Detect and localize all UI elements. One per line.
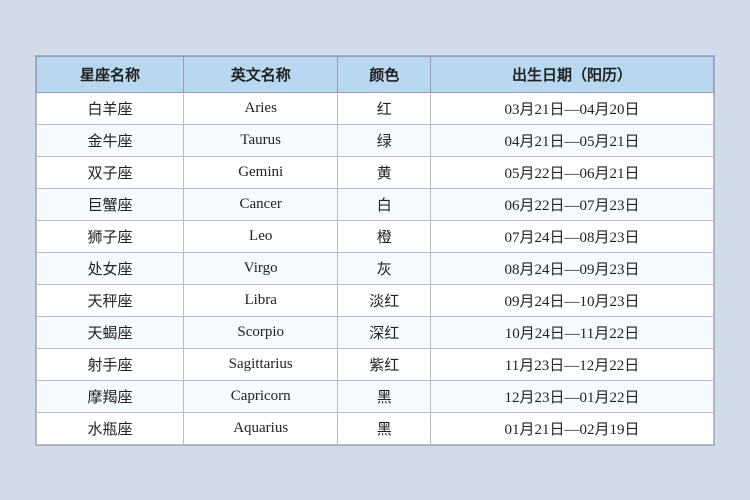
cell-4-2: 橙 xyxy=(338,220,431,252)
cell-6-1: Libra xyxy=(183,284,337,316)
table-row: 双子座Gemini黄05月22日—06月21日 xyxy=(37,156,714,188)
table-row: 处女座Virgo灰08月24日—09月23日 xyxy=(37,252,714,284)
cell-0-0: 白羊座 xyxy=(37,92,184,124)
cell-3-0: 巨蟹座 xyxy=(37,188,184,220)
cell-7-1: Scorpio xyxy=(183,316,337,348)
cell-1-2: 绿 xyxy=(338,124,431,156)
table-row: 巨蟹座Cancer白06月22日—07月23日 xyxy=(37,188,714,220)
cell-0-3: 03月21日—04月20日 xyxy=(430,92,713,124)
cell-4-0: 狮子座 xyxy=(37,220,184,252)
cell-1-1: Taurus xyxy=(183,124,337,156)
cell-6-0: 天秤座 xyxy=(37,284,184,316)
table-row: 天秤座Libra淡红09月24日—10月23日 xyxy=(37,284,714,316)
zodiac-table-wrapper: 星座名称英文名称颜色出生日期（阳历） 白羊座Aries红03月21日—04月20… xyxy=(35,55,715,446)
cell-2-1: Gemini xyxy=(183,156,337,188)
cell-4-1: Leo xyxy=(183,220,337,252)
cell-7-2: 深红 xyxy=(338,316,431,348)
cell-7-3: 10月24日—11月22日 xyxy=(430,316,713,348)
cell-1-0: 金牛座 xyxy=(37,124,184,156)
cell-5-1: Virgo xyxy=(183,252,337,284)
cell-2-0: 双子座 xyxy=(37,156,184,188)
column-header: 星座名称 xyxy=(37,56,184,92)
table-row: 天蝎座Scorpio深红10月24日—11月22日 xyxy=(37,316,714,348)
cell-9-1: Capricorn xyxy=(183,380,337,412)
table-body: 白羊座Aries红03月21日—04月20日金牛座Taurus绿04月21日—0… xyxy=(37,92,714,444)
cell-0-2: 红 xyxy=(338,92,431,124)
cell-10-3: 01月21日—02月19日 xyxy=(430,412,713,444)
column-header: 颜色 xyxy=(338,56,431,92)
cell-10-1: Aquarius xyxy=(183,412,337,444)
table-row: 水瓶座Aquarius黑01月21日—02月19日 xyxy=(37,412,714,444)
cell-6-3: 09月24日—10月23日 xyxy=(430,284,713,316)
cell-6-2: 淡红 xyxy=(338,284,431,316)
table-row: 白羊座Aries红03月21日—04月20日 xyxy=(37,92,714,124)
table-row: 射手座Sagittarius紫红11月23日—12月22日 xyxy=(37,348,714,380)
cell-0-1: Aries xyxy=(183,92,337,124)
cell-5-2: 灰 xyxy=(338,252,431,284)
cell-8-0: 射手座 xyxy=(37,348,184,380)
cell-10-0: 水瓶座 xyxy=(37,412,184,444)
cell-2-2: 黄 xyxy=(338,156,431,188)
table-row: 摩羯座Capricorn黑12月23日—01月22日 xyxy=(37,380,714,412)
column-header: 出生日期（阳历） xyxy=(430,56,713,92)
cell-2-3: 05月22日—06月21日 xyxy=(430,156,713,188)
cell-7-0: 天蝎座 xyxy=(37,316,184,348)
cell-4-3: 07月24日—08月23日 xyxy=(430,220,713,252)
zodiac-table: 星座名称英文名称颜色出生日期（阳历） 白羊座Aries红03月21日—04月20… xyxy=(36,56,714,445)
cell-9-3: 12月23日—01月22日 xyxy=(430,380,713,412)
cell-3-1: Cancer xyxy=(183,188,337,220)
cell-9-0: 摩羯座 xyxy=(37,380,184,412)
cell-5-0: 处女座 xyxy=(37,252,184,284)
cell-8-3: 11月23日—12月22日 xyxy=(430,348,713,380)
cell-1-3: 04月21日—05月21日 xyxy=(430,124,713,156)
cell-3-2: 白 xyxy=(338,188,431,220)
table-row: 狮子座Leo橙07月24日—08月23日 xyxy=(37,220,714,252)
column-header: 英文名称 xyxy=(183,56,337,92)
table-header-row: 星座名称英文名称颜色出生日期（阳历） xyxy=(37,56,714,92)
cell-8-2: 紫红 xyxy=(338,348,431,380)
table-row: 金牛座Taurus绿04月21日—05月21日 xyxy=(37,124,714,156)
cell-10-2: 黑 xyxy=(338,412,431,444)
cell-9-2: 黑 xyxy=(338,380,431,412)
cell-3-3: 06月22日—07月23日 xyxy=(430,188,713,220)
cell-5-3: 08月24日—09月23日 xyxy=(430,252,713,284)
cell-8-1: Sagittarius xyxy=(183,348,337,380)
